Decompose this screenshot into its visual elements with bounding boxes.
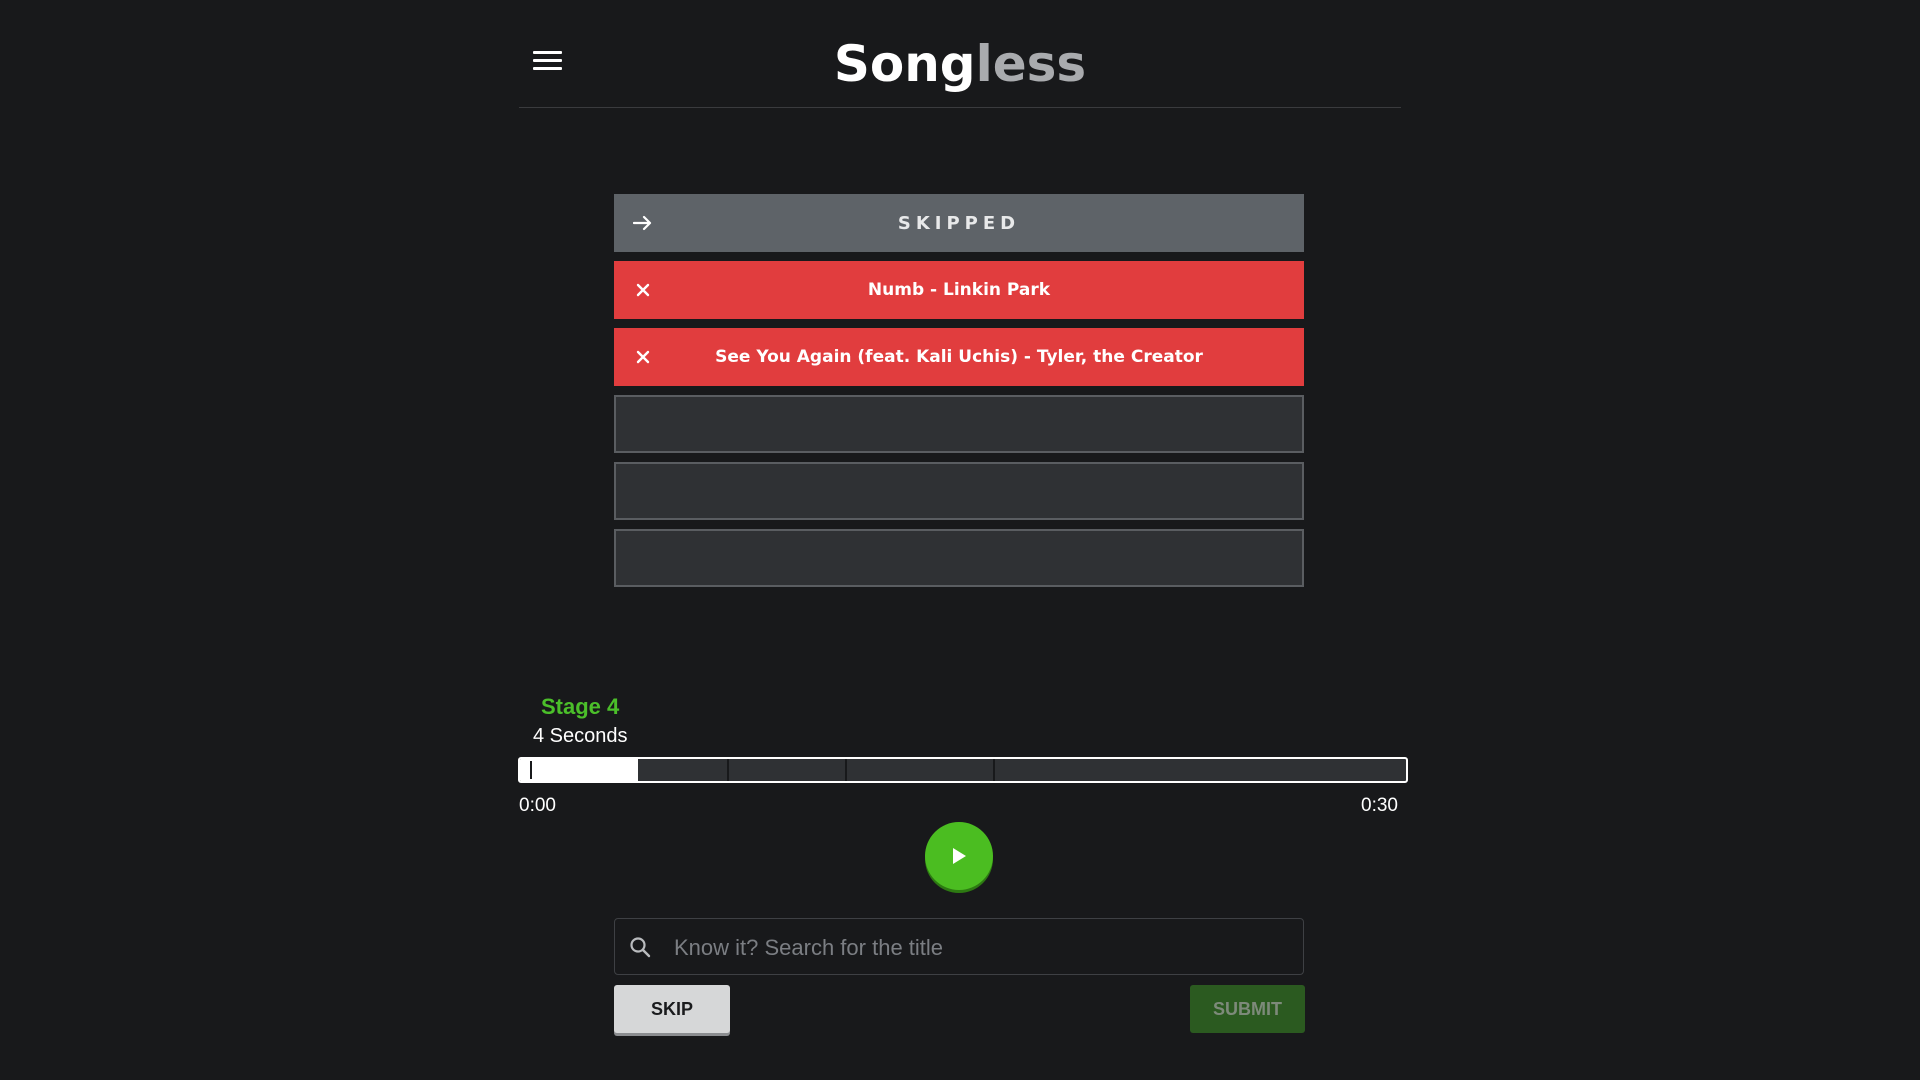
search-input[interactable] (672, 919, 1296, 976)
search-box (614, 918, 1304, 976)
play-button[interactable] (925, 822, 993, 890)
guess-text: See You Again (feat. Kali Uchis) - Tyler… (715, 347, 1203, 367)
close-icon (632, 346, 654, 368)
search-icon (630, 937, 651, 958)
guess-row-6 (614, 529, 1304, 587)
time-start: 0:00 (519, 795, 556, 816)
audio-progress-bar[interactable] (518, 757, 1408, 783)
header: Songless (519, 0, 1401, 108)
stage-tick (726, 759, 729, 781)
guess-row-3: See You Again (feat. Kali Uchis) - Tyler… (614, 328, 1304, 386)
stage-duration: 4 Seconds (533, 725, 628, 747)
arrow-right-icon (632, 212, 654, 234)
guess-list: SKIPPED Numb - Linkin Park See You Again… (614, 194, 1304, 596)
submit-button[interactable]: SUBMIT (1190, 985, 1305, 1033)
playhead (530, 761, 532, 779)
stage-label: Stage 4 (541, 694, 620, 719)
stage-tick (992, 759, 995, 781)
stage-tick (844, 759, 847, 781)
progress-fill (520, 759, 639, 781)
guess-row-5 (614, 462, 1304, 520)
guess-row-1: SKIPPED (614, 194, 1304, 252)
app-logo: Songless (833, 35, 1087, 93)
close-icon (632, 279, 654, 301)
guess-text: Numb - Linkin Park (867, 280, 1051, 300)
guess-text: SKIPPED (897, 212, 1021, 234)
play-icon (953, 848, 966, 864)
guess-row-4 (614, 395, 1304, 453)
guess-row-2: Numb - Linkin Park (614, 261, 1304, 319)
skip-button[interactable]: SKIP (614, 985, 730, 1033)
time-end: 0:30 (1361, 795, 1398, 816)
